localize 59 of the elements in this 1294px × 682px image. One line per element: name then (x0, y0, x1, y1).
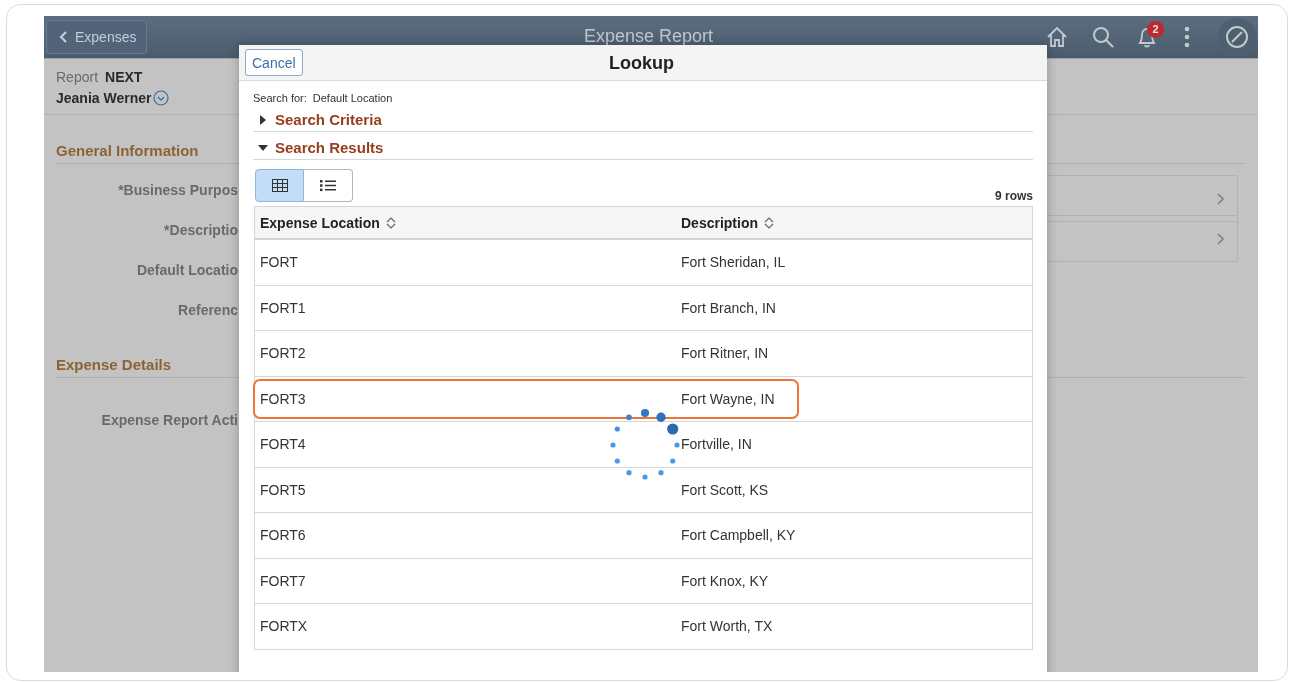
grid-icon (271, 179, 288, 192)
chevron-left-icon (59, 30, 69, 44)
table-cell-text: Fort Sheridan, IL (680, 254, 786, 271)
grid-view-button[interactable] (255, 169, 304, 202)
list-icon (320, 179, 336, 192)
table-cell-text: Fort Branch, IN (680, 299, 776, 316)
field-label: Default Locatio (135, 261, 238, 278)
column-header[interactable]: Expense Location (255, 207, 676, 238)
section-toggle[interactable]: Search Criteria (253, 111, 382, 130)
table-cell-text: FORT7 (259, 572, 307, 589)
table-row[interactable]: FORT3 Fort Wayne, IN (255, 375, 1032, 421)
table-cell-text: Fort Campbell, KY (680, 527, 796, 544)
table-cell-text: FORT6 (259, 527, 307, 544)
column-header[interactable]: Description (676, 207, 774, 238)
caret-down-icon (258, 142, 268, 153)
table-cell-text: Fort Worth, TX (680, 618, 773, 635)
search-for-value: Default Location (312, 92, 393, 104)
search-icon[interactable] (1091, 25, 1115, 49)
chevron-down-circle-icon[interactable] (153, 89, 170, 106)
row-count: 9 rows (995, 189, 1033, 203)
table-row[interactable]: FORT7 Fort Knox, KY (255, 557, 1032, 603)
section-toggle[interactable]: Search Results (253, 139, 384, 158)
table-cell-text: FORT5 (259, 481, 307, 498)
more-options-icon[interactable] (1184, 26, 1190, 48)
list-view-button[interactable] (304, 169, 353, 202)
employee-name: Jeania Werner (56, 89, 152, 106)
report-id: NEXT (105, 68, 143, 85)
page-title: Expense Report (584, 26, 714, 47)
chevron-right-icon (1217, 232, 1225, 245)
caret-right-icon (258, 114, 268, 125)
table-row[interactable]: FORT2 Fort Ritner, IN (255, 330, 1032, 376)
table-cell-text: FORT3 (259, 390, 307, 407)
table-cell-text: Fort Knox, KY (680, 572, 769, 589)
table-cell-text: Fort Wayne, IN (680, 390, 775, 407)
table-cell-text: FORTX (259, 618, 309, 635)
notification-badge: 2 (1147, 21, 1164, 38)
table-cell-text: Fort Scott, KS (680, 481, 769, 498)
field-label: *Descriptio (163, 221, 238, 238)
field-label: *Business Purpos (117, 181, 238, 198)
field-label: Expense Report Acti (100, 411, 238, 428)
table-cell-text: FORT1 (259, 299, 307, 316)
table-row[interactable]: FORT Fort Sheridan, IL (255, 239, 1032, 285)
table-row[interactable]: FORT1 Fort Branch, IN (255, 284, 1032, 330)
search-for-label: Search for: (253, 92, 307, 104)
table-cell-text: FORT4 (259, 436, 307, 453)
table-row[interactable]: FORTX Fort Worth, TX (255, 603, 1032, 649)
table-cell-text: Fortville, IN (680, 436, 752, 453)
cancel-button[interactable]: Cancel (245, 49, 303, 76)
chevron-right-icon (1217, 192, 1225, 205)
table-cell-text: FORT (259, 254, 299, 271)
home-icon[interactable] (1045, 25, 1069, 49)
table-row[interactable]: FORT5 Fort Scott, KS (255, 466, 1032, 512)
table-row[interactable]: FORT6 Fort Campbell, KY (255, 512, 1032, 558)
field-label: Referenc (177, 300, 238, 318)
back-button[interactable]: Expenses (46, 20, 147, 54)
report-label: Report (56, 68, 99, 85)
sort-icon (385, 216, 396, 229)
dialog-title: Lookup (609, 53, 674, 74)
sort-icon (764, 216, 774, 229)
